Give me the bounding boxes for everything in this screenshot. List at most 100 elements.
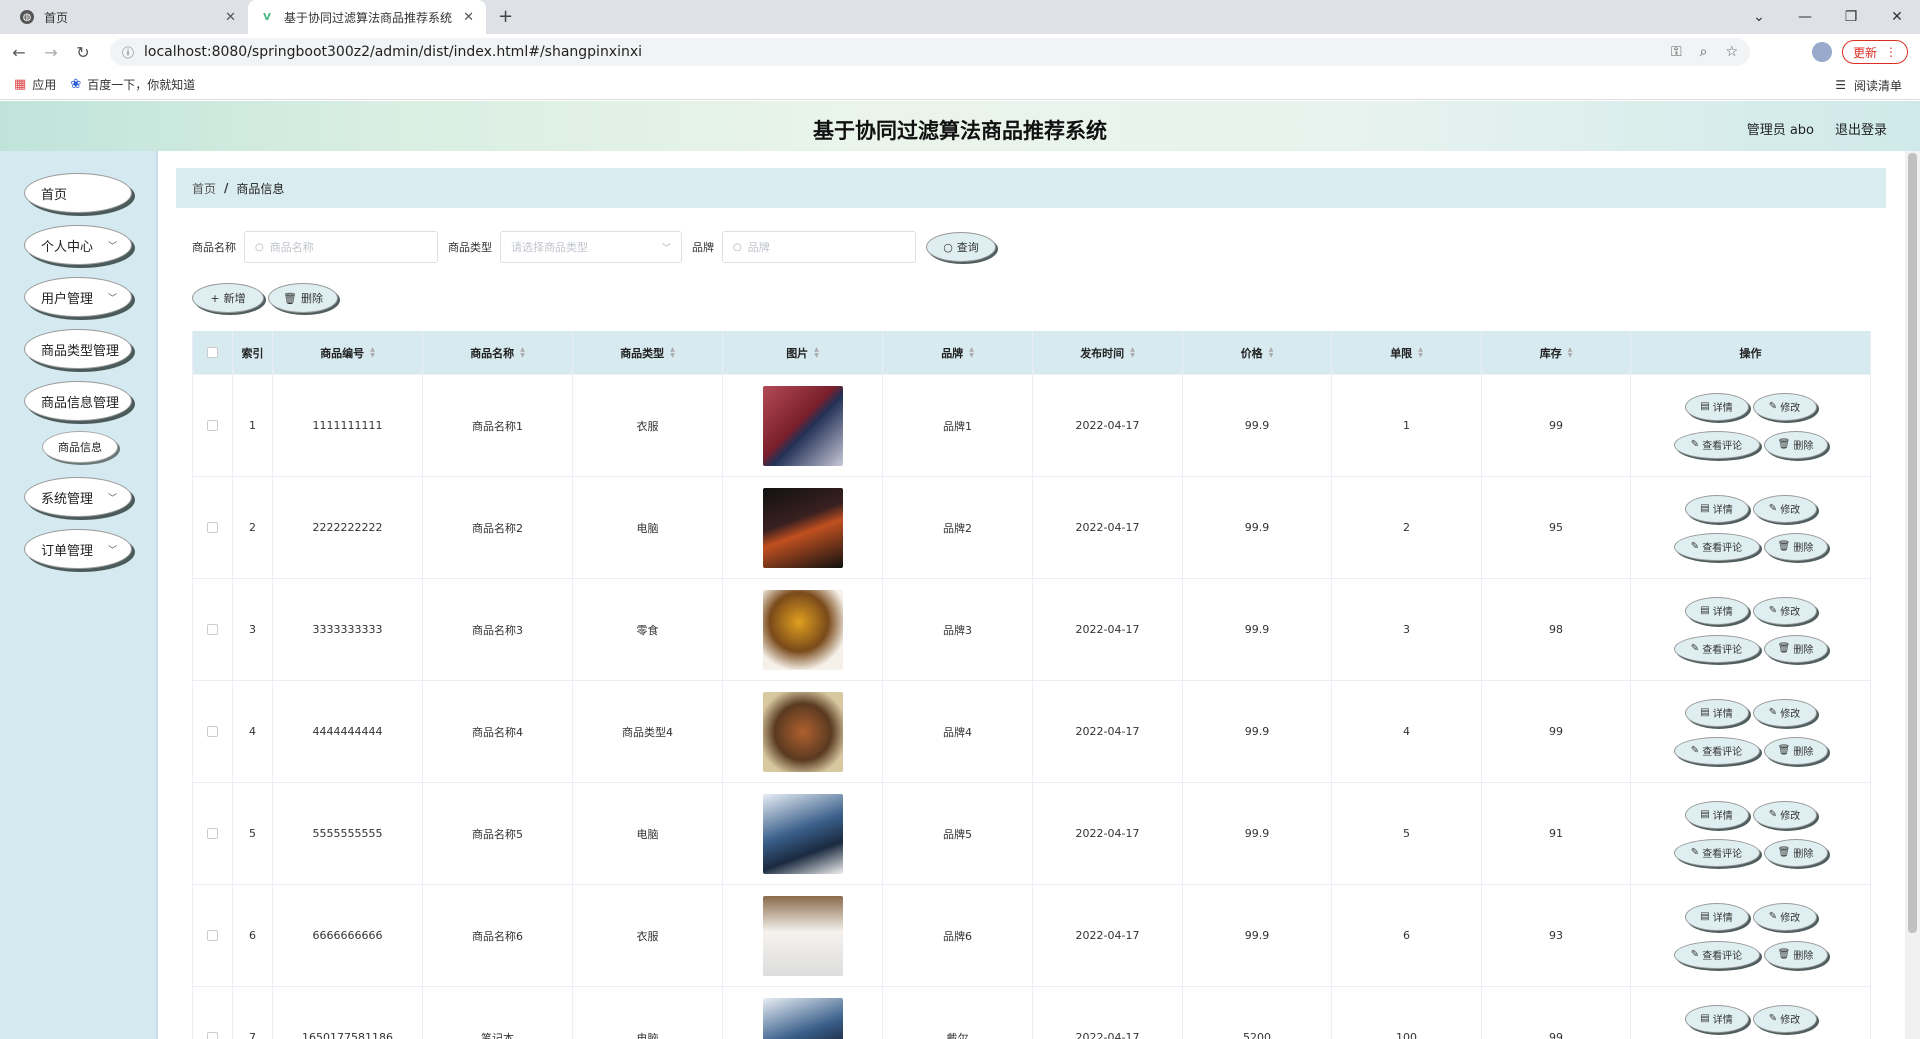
- row-select[interactable]: [193, 987, 233, 1039]
- checkbox[interactable]: [207, 420, 218, 431]
- delete-button[interactable]: 🗑 删除: [1763, 838, 1828, 867]
- view-comments-button[interactable]: ✎ 查看评论: [1673, 634, 1760, 663]
- logout-link[interactable]: 退出登录: [1835, 119, 1887, 138]
- edit-button[interactable]: ✎ 修改: [1752, 902, 1817, 931]
- checkbox[interactable]: [207, 522, 218, 533]
- header-type[interactable]: 商品类型 ▲ ▼: [573, 331, 723, 374]
- star-icon[interactable]: ☆: [1725, 44, 1738, 60]
- delete-button[interactable]: 🗑 删除: [1763, 430, 1828, 459]
- detail-button[interactable]: ▤ 详情: [1684, 596, 1749, 625]
- product-name-input[interactable]: ○ 商品名称: [244, 231, 438, 263]
- bookmark-baidu[interactable]: ❀ 百度一下，你就知道: [70, 76, 195, 93]
- edit-button[interactable]: ✎ 修改: [1752, 392, 1817, 421]
- header-select-all[interactable]: [193, 331, 233, 374]
- header-code[interactable]: 商品编号 ▲ ▼: [273, 331, 423, 374]
- row-select[interactable]: [193, 681, 233, 782]
- header-price[interactable]: 价格 ▲ ▼: [1183, 331, 1332, 374]
- row-select[interactable]: [193, 783, 233, 884]
- edit-button[interactable]: ✎ 修改: [1752, 698, 1817, 727]
- sidebar-item-product-management[interactable]: 商品信息管理: [24, 381, 132, 421]
- site-info-icon[interactable]: ⓘ: [122, 44, 134, 61]
- checkbox[interactable]: [207, 624, 218, 635]
- product-type-select[interactable]: 请选择商品类型 ﹀: [500, 231, 682, 263]
- scrollbar-thumb[interactable]: [1908, 153, 1917, 933]
- sidebar-item-personal-center[interactable]: 个人中心 ﹀: [24, 225, 132, 265]
- checkbox[interactable]: [207, 726, 218, 737]
- header-stock[interactable]: 库存 ▲ ▼: [1482, 331, 1631, 374]
- close-icon[interactable]: ✕: [225, 10, 236, 25]
- forward-icon[interactable]: →: [38, 43, 64, 62]
- product-image[interactable]: [762, 997, 843, 1039]
- brand-input[interactable]: ○ 品牌: [722, 231, 916, 263]
- edit-button[interactable]: ✎ 修改: [1752, 494, 1817, 523]
- checkbox[interactable]: [207, 347, 218, 358]
- product-image[interactable]: [762, 793, 843, 874]
- add-button[interactable]: + 新增: [192, 283, 264, 313]
- minimize-icon[interactable]: —: [1782, 9, 1828, 25]
- browser-tab-home[interactable]: ◍ 首页 ✕: [8, 0, 248, 34]
- breadcrumb-home[interactable]: 首页: [192, 180, 216, 197]
- sidebar-item-user-management[interactable]: 用户管理 ﹀: [24, 277, 132, 317]
- sidebar-item-category-management[interactable]: 商品类型管理: [24, 329, 132, 369]
- delete-button[interactable]: 🗑 删除: [1763, 634, 1828, 663]
- bookmark-apps[interactable]: ▦ 应用: [14, 76, 56, 93]
- sidebar-item-home[interactable]: 首页: [24, 173, 132, 213]
- delete-button[interactable]: 🗑 删除: [1763, 736, 1828, 765]
- page-scrollbar[interactable]: [1905, 151, 1920, 1039]
- sort-icon[interactable]: ▲ ▼: [969, 346, 974, 359]
- delete-button[interactable]: 🗑 删除: [1763, 940, 1828, 969]
- update-button[interactable]: 更新 ⋮: [1841, 40, 1908, 64]
- browser-tab-active[interactable]: V 基于协同过滤算法商品推荐系统 ✕: [248, 0, 486, 34]
- sort-icon[interactable]: ▲ ▼: [814, 346, 819, 359]
- sidebar-subitem-product-info[interactable]: 商品信息: [42, 431, 118, 463]
- sort-icon[interactable]: ▲ ▼: [670, 346, 675, 359]
- sidebar-item-order-management[interactable]: 订单管理 ﹀: [24, 529, 132, 569]
- view-comments-button[interactable]: ✎ 查看评论: [1673, 838, 1760, 867]
- header-image[interactable]: 图片 ▲ ▼: [723, 331, 883, 374]
- checkbox[interactable]: [207, 828, 218, 839]
- view-comments-button[interactable]: ✎ 查看评论: [1673, 736, 1760, 765]
- detail-button[interactable]: ▤ 详情: [1684, 494, 1749, 523]
- header-brand[interactable]: 品牌 ▲ ▼: [883, 331, 1033, 374]
- sort-icon[interactable]: ▲ ▼: [1130, 346, 1135, 359]
- search-button[interactable]: ○ 查询: [926, 232, 996, 262]
- detail-button[interactable]: ▤ 详情: [1684, 800, 1749, 829]
- view-comments-button[interactable]: ✎ 查看评论: [1673, 940, 1760, 969]
- sort-icon[interactable]: ▲ ▼: [520, 346, 525, 359]
- sidebar-item-system-management[interactable]: 系统管理 ﹀: [24, 477, 132, 517]
- reading-list[interactable]: ☰ 阅读清单: [1835, 70, 1902, 100]
- view-comments-button[interactable]: ✎ 查看评论: [1673, 430, 1760, 459]
- detail-button[interactable]: ▤ 详情: [1684, 698, 1749, 727]
- sort-icon[interactable]: ▲ ▼: [1269, 346, 1274, 359]
- header-limit[interactable]: 单限 ▲ ▼: [1332, 331, 1482, 374]
- delete-button[interactable]: 🗑 删除: [1763, 532, 1828, 561]
- sort-icon[interactable]: ▲ ▼: [1568, 346, 1573, 359]
- product-image[interactable]: [762, 385, 843, 466]
- back-icon[interactable]: ←: [6, 43, 32, 62]
- product-image[interactable]: [762, 691, 843, 772]
- edit-button[interactable]: ✎ 修改: [1752, 596, 1817, 625]
- sort-icon[interactable]: ▲ ▼: [370, 346, 375, 359]
- reload-icon[interactable]: ↻: [70, 43, 96, 62]
- checkbox[interactable]: [207, 930, 218, 941]
- detail-button[interactable]: ▤ 详情: [1684, 902, 1749, 931]
- row-select[interactable]: [193, 477, 233, 578]
- new-tab-icon[interactable]: +: [498, 6, 513, 27]
- view-comments-button[interactable]: ✎ 查看评论: [1673, 532, 1760, 561]
- window-close-icon[interactable]: ✕: [1874, 9, 1920, 25]
- batch-delete-button[interactable]: 🗑 删除: [268, 283, 338, 313]
- detail-button[interactable]: ▤ 详情: [1684, 1004, 1749, 1033]
- tab-search-icon[interactable]: ⌄: [1736, 9, 1782, 25]
- checkbox[interactable]: [207, 1032, 218, 1039]
- edit-button[interactable]: ✎ 修改: [1752, 800, 1817, 829]
- product-image[interactable]: [762, 589, 843, 670]
- header-date[interactable]: 发布时间 ▲ ▼: [1033, 331, 1183, 374]
- restore-icon[interactable]: ❐: [1828, 9, 1874, 25]
- url-bar[interactable]: ⓘ localhost:8080/springboot300z2/admin/d…: [110, 38, 1750, 66]
- profile-avatar[interactable]: [1812, 42, 1832, 62]
- header-name[interactable]: 商品名称 ▲ ▼: [423, 331, 573, 374]
- row-select[interactable]: [193, 579, 233, 680]
- row-select[interactable]: [193, 885, 233, 986]
- edit-button[interactable]: ✎ 修改: [1752, 1004, 1817, 1033]
- zoom-icon[interactable]: ⌕: [1700, 44, 1708, 60]
